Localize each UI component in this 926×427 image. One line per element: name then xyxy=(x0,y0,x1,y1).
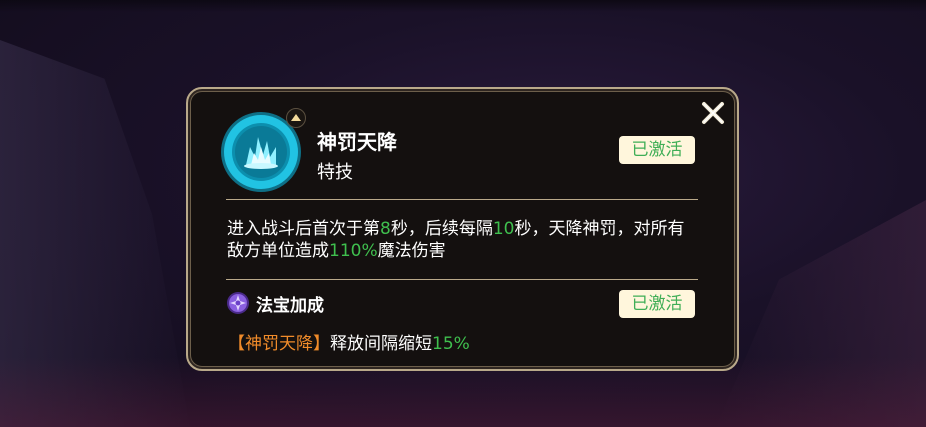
upgrade-arrow-icon xyxy=(286,108,306,128)
desc-first-delay: 8 xyxy=(380,219,391,239)
skill-status-badge: 已激活 xyxy=(619,136,695,164)
close-icon xyxy=(702,102,724,124)
top-bar-shadow xyxy=(0,0,926,12)
desc-text-4: 魔法伤害 xyxy=(377,241,446,261)
treasure-skill-ref: 【神罚天降】 xyxy=(228,334,330,354)
divider-top xyxy=(226,199,698,200)
divider-bottom xyxy=(226,279,698,280)
treasure-effect-text: 释放间隔缩短 xyxy=(330,334,432,354)
treasure-effect-value: 15% xyxy=(432,334,470,354)
skill-type: 特技 xyxy=(317,162,353,183)
desc-interval: 10 xyxy=(492,219,515,239)
desc-damage: 110% xyxy=(329,241,378,261)
treasure-status-badge: 已激活 xyxy=(619,290,695,318)
treasure-icon xyxy=(226,291,250,315)
treasure-bonus-description: 【神罚天降】释放间隔缩短15% xyxy=(228,329,470,354)
treasure-bonus-title: 法宝加成 xyxy=(256,296,324,316)
close-button[interactable] xyxy=(698,98,728,128)
skill-description: 进入战斗后首次于第8秒，后续每隔10秒，天降神罚，对所有敌方单位造成110%魔法… xyxy=(227,218,697,262)
desc-text-1: 进入战斗后首次于第 xyxy=(227,219,380,239)
skill-name: 神罚天降 xyxy=(317,130,397,154)
desc-text-2: 秒，后续每隔 xyxy=(390,219,493,239)
